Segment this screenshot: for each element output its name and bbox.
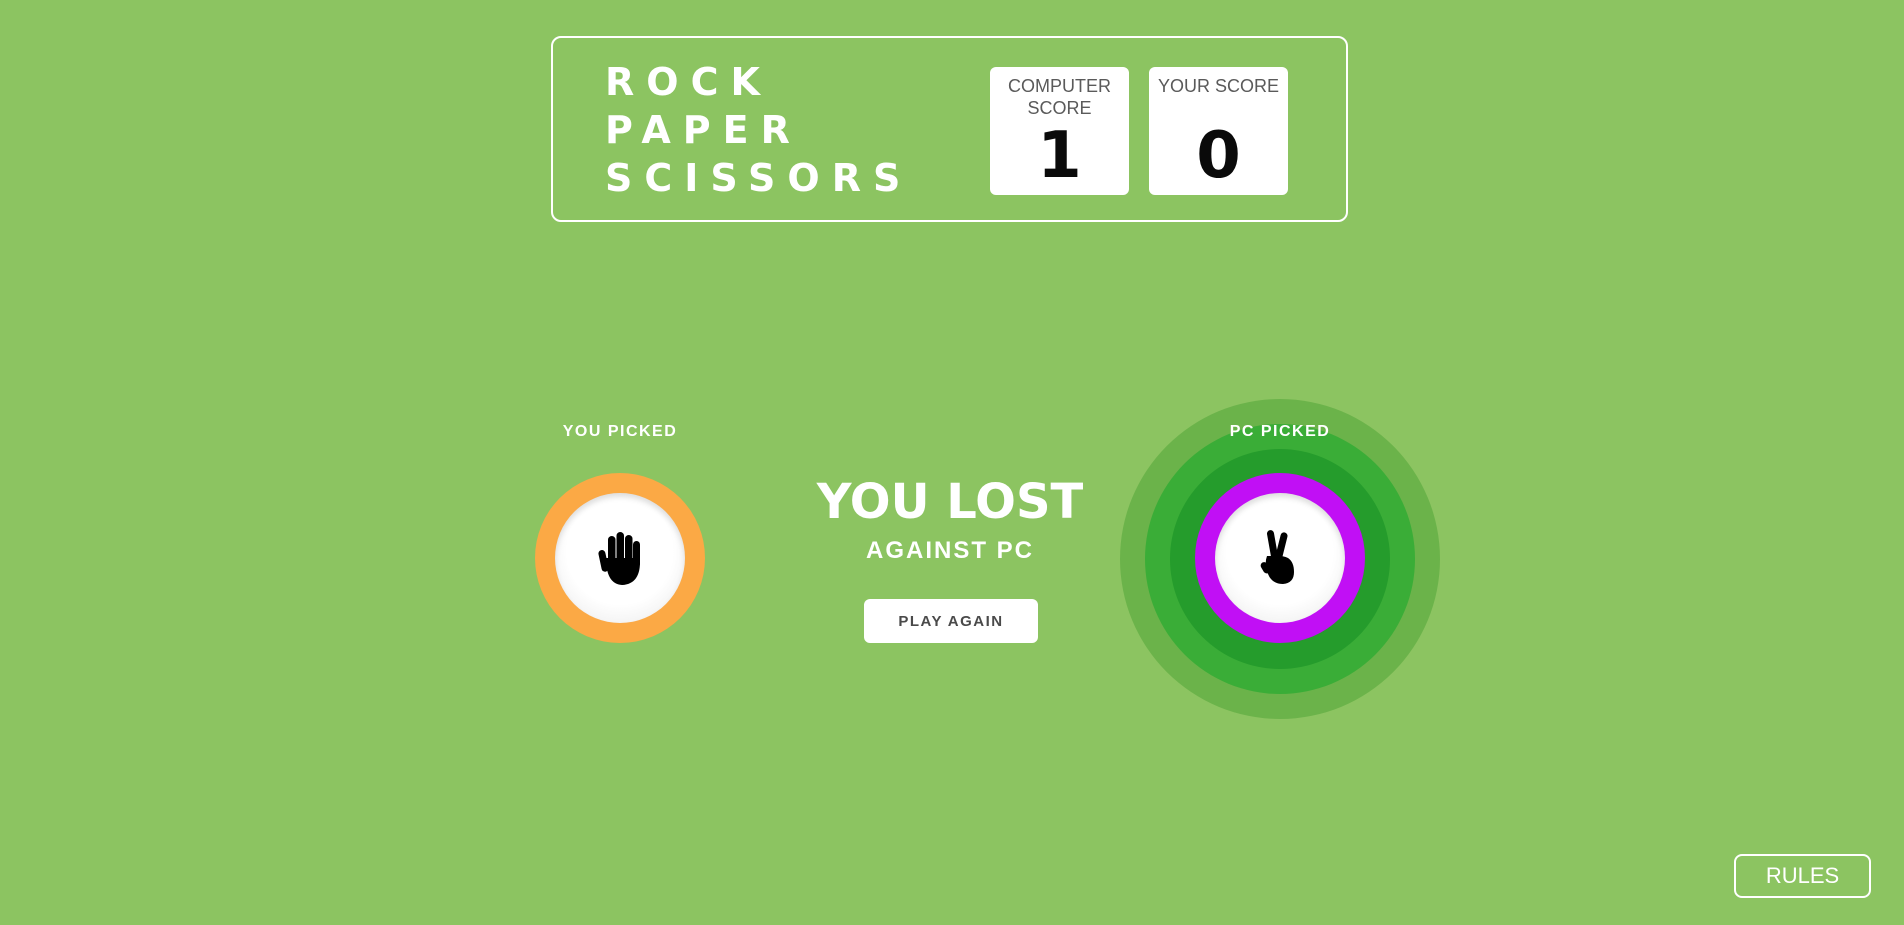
computer-score-value: 1	[1037, 119, 1082, 193]
your-score-label: YOUR SCORE	[1157, 76, 1280, 96]
user-choice-inner	[555, 493, 685, 623]
pc-choice-inner	[1215, 493, 1345, 623]
your-score-card: YOUR SCORE 0	[1149, 67, 1288, 195]
result-subtitle: AGAINST PC	[865, 537, 1034, 564]
score-header: ROCK PAPER SCISSORS COMPUTER SCORE 1 YOU…	[551, 36, 1348, 222]
title-line-rock: ROCK	[605, 60, 772, 104]
you-picked-label: YOU PICKED	[562, 423, 678, 440]
raised-hand-icon	[598, 532, 640, 585]
pc-choice-scissors	[1195, 473, 1365, 643]
play-again-button[interactable]: PLAY AGAIN	[864, 599, 1038, 643]
victory-hand-icon	[1260, 530, 1294, 584]
title-line-paper: PAPER	[605, 108, 802, 152]
your-score-value: 0	[1196, 119, 1241, 193]
title-line-scissors: SCISSORS	[605, 156, 913, 200]
computer-score-label: COMPUTER SCORE	[1008, 76, 1111, 118]
game-screen: ROCK PAPER SCISSORS COMPUTER SCORE 1 YOU…	[0, 0, 1904, 925]
user-choice-paper	[535, 473, 705, 643]
computer-score-card: COMPUTER SCORE 1	[990, 67, 1129, 195]
result-panel: YOU LOST AGAINST PC	[800, 474, 1100, 566]
rules-button[interactable]: RULES	[1734, 854, 1871, 898]
game-title: ROCK PAPER SCISSORS	[605, 58, 912, 202]
result-title: YOU LOST	[816, 474, 1084, 530]
pc-picked-label: PC PICKED	[1229, 423, 1331, 440]
